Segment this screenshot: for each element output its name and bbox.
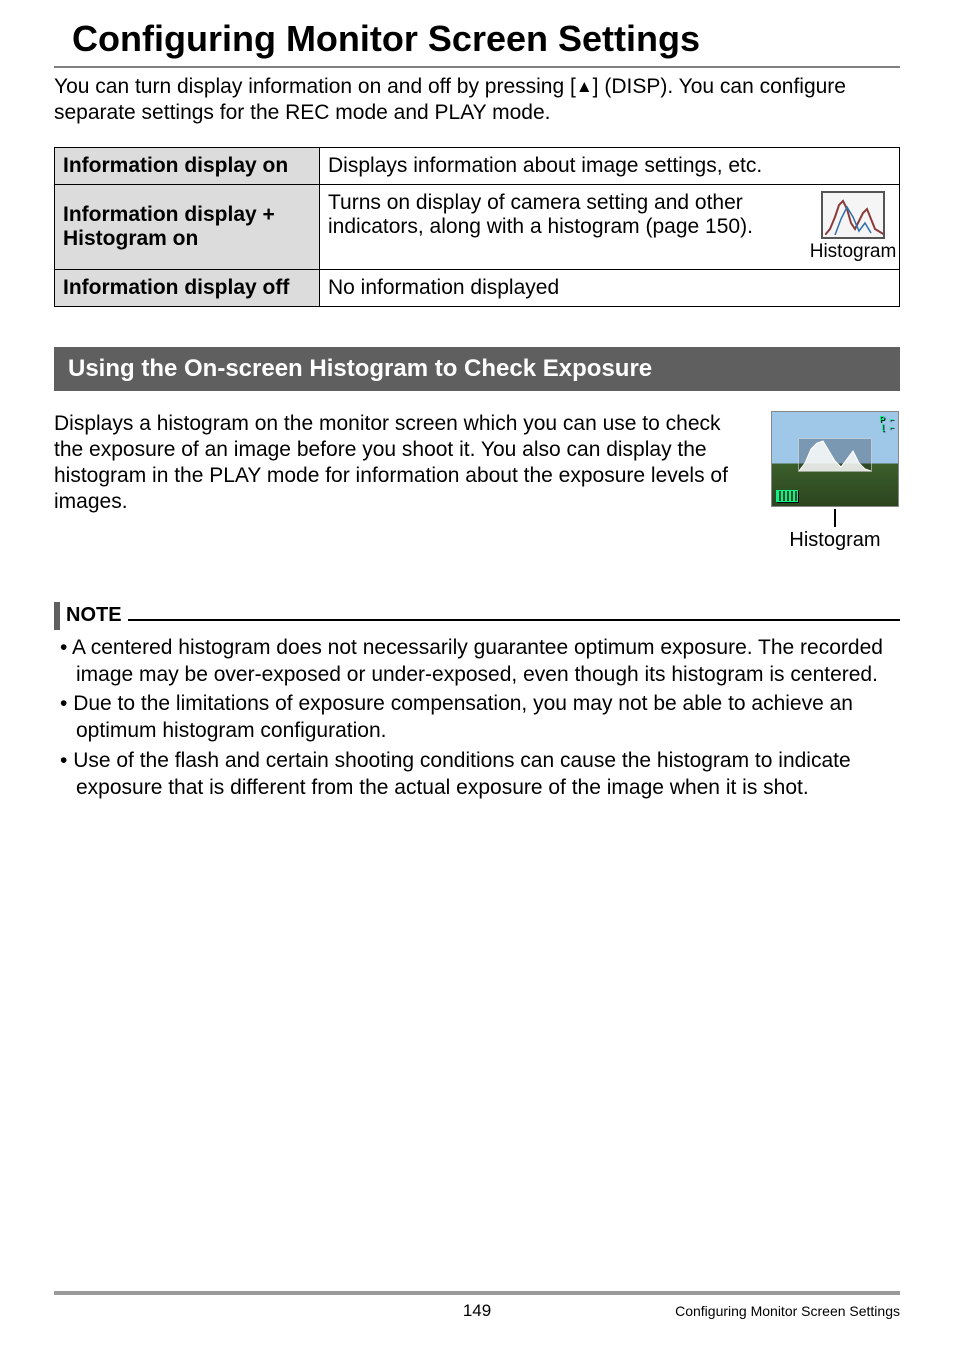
- setting-desc-text: Turns on display of camera setting and o…: [328, 191, 805, 239]
- setting-label: Information display off: [55, 269, 320, 306]
- intro-paragraph: You can turn display information on and …: [54, 74, 900, 127]
- page-number: 149: [463, 1301, 491, 1321]
- pointer-line-icon: [834, 509, 836, 527]
- note-list: A centered histogram does not necessaril…: [54, 634, 900, 802]
- list-item: Use of the flash and certain shooting co…: [54, 747, 900, 802]
- note-label: NOTE: [66, 604, 122, 627]
- table-row: Information display + Histogram on Turns…: [55, 184, 900, 269]
- settings-table: Information display on Displays informat…: [54, 147, 900, 307]
- note-bar-icon: [54, 602, 60, 630]
- histogram-table-figure: Histogram: [815, 191, 891, 263]
- setting-desc: Turns on display of camera setting and o…: [320, 184, 900, 269]
- page-footer: 149 Configuring Monitor Screen Settings: [54, 1291, 900, 1321]
- footer-rule: [54, 1291, 900, 1295]
- list-item: A centered histogram does not necessaril…: [54, 634, 900, 689]
- note-block: NOTE A centered histogram does not neces…: [54, 602, 900, 802]
- table-row: Information display off No information d…: [55, 269, 900, 306]
- setting-label: Information display on: [55, 147, 320, 184]
- lcd-histogram-icon: [798, 438, 872, 472]
- battery-icon: [776, 490, 798, 502]
- histogram-icon: [821, 191, 885, 239]
- histogram-paragraph: Displays a histogram on the monitor scre…: [54, 411, 746, 516]
- intro-before: You can turn display information on and …: [54, 75, 576, 98]
- histogram-figure: P ⌐⌊ ⌐ Histogram: [770, 411, 900, 552]
- setting-desc: No information displayed: [320, 269, 900, 306]
- lcd-overlay: P ⌐⌊ ⌐: [880, 416, 894, 434]
- section-subheader: Using the On-screen Histogram to Check E…: [54, 347, 900, 391]
- histogram-caption: Histogram: [789, 529, 880, 552]
- footer-section-title: Configuring Monitor Screen Settings: [675, 1303, 900, 1319]
- setting-desc: Displays information about image setting…: [320, 147, 900, 184]
- note-rule: [128, 619, 900, 621]
- page-title: Configuring Monitor Screen Settings: [54, 18, 900, 60]
- table-row: Information display on Displays informat…: [55, 147, 900, 184]
- lcd-preview-icon: P ⌐⌊ ⌐: [771, 411, 899, 507]
- up-arrow-icon: ▲: [576, 77, 593, 96]
- list-item: Due to the limitations of exposure compe…: [54, 690, 900, 745]
- histogram-table-caption: Histogram: [810, 241, 897, 263]
- setting-label: Information display + Histogram on: [55, 184, 320, 269]
